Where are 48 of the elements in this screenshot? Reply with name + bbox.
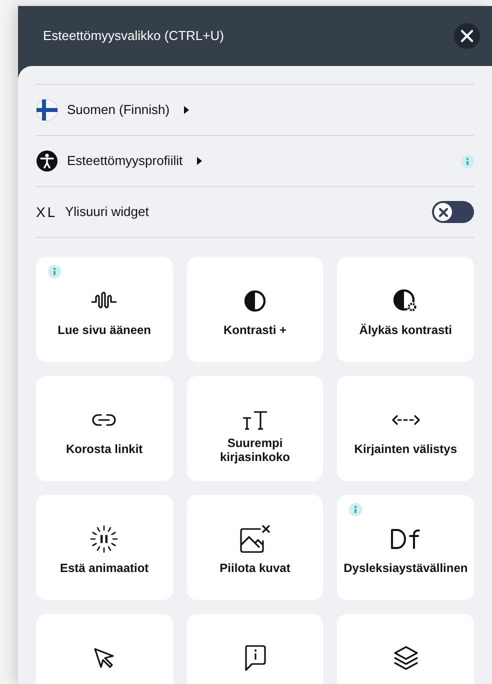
speech-bubble-info-icon <box>242 644 267 672</box>
widget-label: Ylisuuri widget <box>65 203 149 222</box>
info-icon[interactable] <box>461 154 474 168</box>
pause-burst-icon <box>90 525 118 553</box>
contrast-icon <box>244 290 266 312</box>
feature-tile[interactable]: Kontrasti + <box>186 257 324 362</box>
tile-label: Lue sivu ääneen <box>56 323 152 337</box>
caret-icon <box>184 106 189 114</box>
close-icon <box>438 208 448 216</box>
feature-tile[interactable]: Suurempi kirjasinkoko <box>186 376 324 481</box>
tile-label: Kirjainten välistys <box>353 442 458 456</box>
tile-label: Älykäs kontrasti <box>358 323 454 337</box>
tile-label: Piilota kuvat <box>218 561 292 575</box>
toggle-switch[interactable] <box>432 201 474 223</box>
tile-label: Dysleksiaystävällinen <box>342 561 469 575</box>
text-size-icon <box>240 410 269 430</box>
tile-label: Estä animaatiot <box>58 561 150 575</box>
info-icon[interactable] <box>48 265 61 278</box>
info-icon[interactable] <box>349 503 362 516</box>
feature-tile[interactable]: Piilota kuvat <box>186 495 324 600</box>
finland-flag-icon <box>36 99 58 121</box>
feature-tile[interactable]: Älykäs kontrasti <box>337 257 474 362</box>
contrast-gear-icon <box>392 289 419 313</box>
link-icon <box>92 413 116 427</box>
feature-tile[interactable]: Lue sivu ääneen <box>36 257 173 362</box>
menu-row[interactable]: Esteettömyysprofiilit <box>36 136 474 186</box>
feature-tile[interactable]: Korosta linkit <box>36 376 173 481</box>
tile-label: Suurempi kirjasinkoko <box>218 436 291 464</box>
layers-icon <box>392 645 419 671</box>
tile-label: Kontrasti + <box>222 323 288 337</box>
menu-row[interactable]: Suomen (Finnish) <box>36 85 474 135</box>
feature-tile[interactable]: Dysleksiaystävällinen <box>337 495 474 600</box>
cursor-arrow-icon <box>92 646 116 670</box>
sound-wave-icon <box>91 291 118 311</box>
feature-tile[interactable]: Kirjainten välistys <box>337 376 474 481</box>
menu-label: Esteettömyysprofiilit <box>67 152 183 170</box>
feature-tile[interactable]: Estä animaatiot <box>36 495 173 600</box>
dashed-double-arrow-icon <box>390 414 421 426</box>
close-button[interactable] <box>454 23 480 49</box>
df-letters-icon <box>390 528 422 550</box>
panel-title: Esteettömyysvalikko (CTRL+U) <box>43 27 224 46</box>
close-icon <box>461 30 473 42</box>
menu-label: Suomen (Finnish) <box>67 101 170 120</box>
image-crossed-icon <box>238 524 271 554</box>
caret-icon <box>196 157 202 165</box>
accessibility-person-icon <box>36 150 58 172</box>
tile-label: Korosta linkit <box>64 442 144 456</box>
xl-label: XL <box>36 202 58 222</box>
